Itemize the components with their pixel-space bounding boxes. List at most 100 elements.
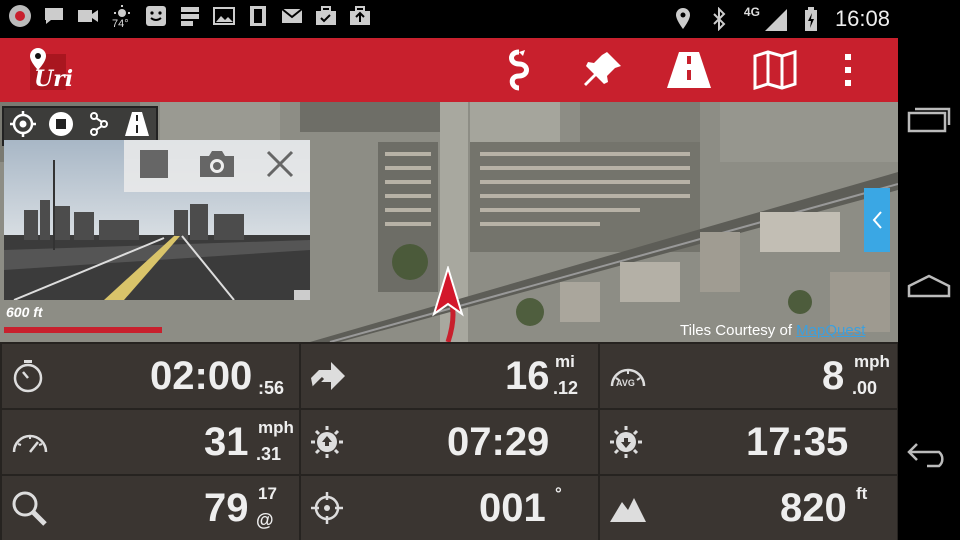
elapsed-time-seconds: :56 [258, 378, 285, 398]
close-icon [267, 150, 294, 177]
trip-dashboard: 02:00 :56 16 mi .12 AVG 8 mph .00 31 mph… [0, 342, 898, 540]
chevron-left-icon [872, 211, 882, 229]
app-bar: Uri [0, 38, 898, 102]
sunset-cell[interactable]: 17:35 [600, 410, 897, 474]
distance-cell[interactable]: 16 mi .12 [301, 344, 598, 408]
altitude-icon [610, 498, 646, 522]
position-arrow-icon [432, 266, 464, 317]
attribution-text: Tiles Courtesy of [680, 322, 797, 339]
storage-icon [178, 4, 202, 28]
briefcase-up-icon [348, 4, 372, 28]
stop-record-button[interactable] [48, 111, 74, 142]
route-button[interactable] [474, 38, 560, 102]
map-button[interactable] [732, 38, 818, 102]
road-button[interactable] [646, 38, 732, 102]
bearing-unit: ° [555, 484, 562, 503]
network-type: 4G [743, 5, 760, 19]
bearing-icon [311, 492, 343, 524]
message-icon [42, 4, 66, 28]
status-bar: 74° 4G 16:08 [0, 0, 960, 38]
speed-unit: mph [258, 418, 294, 437]
sunrise-value: 07:29 [447, 420, 550, 464]
crosshair-icon [10, 110, 36, 137]
sunset-icon [610, 426, 642, 458]
pin-button[interactable] [560, 38, 646, 102]
speedometer-icon [12, 434, 48, 453]
avg-speed-icon [610, 368, 646, 387]
location-icon [671, 7, 695, 31]
logo-text: Uri [34, 66, 74, 92]
camera-icon [199, 150, 234, 177]
weather-icon: 74° [110, 4, 134, 30]
map-attribution: Tiles Courtesy of MapQuest [680, 322, 865, 339]
video-icon [76, 4, 100, 28]
stop-icon [139, 149, 168, 178]
avg-speed-unit: mph [854, 352, 890, 371]
avg-speed-cell[interactable]: AVG 8 mph .00 [600, 344, 897, 408]
road-small-icon [125, 111, 149, 136]
stop-video-button[interactable] [139, 149, 169, 184]
sunrise-icon [311, 426, 343, 458]
avg-speed-value: 8 [822, 354, 845, 398]
close-camera-button[interactable] [265, 149, 295, 184]
satellites-value: 79 [204, 486, 249, 530]
pin-icon [584, 52, 621, 86]
satellites-at: @ [256, 510, 274, 530]
bluetooth-icon [707, 7, 731, 31]
map-scale-bar [4, 327, 162, 333]
distance-value: 16 [505, 354, 550, 398]
elapsed-time-value: 02:00 [150, 354, 253, 398]
back-button[interactable] [905, 440, 953, 473]
speed-fraction: .31 [256, 444, 282, 464]
film-icon [246, 4, 270, 28]
signal-icon: 4G [743, 5, 787, 31]
status-clock: 16:08 [834, 6, 890, 31]
speed-cell[interactable]: 31 mph .31 [2, 410, 299, 474]
briefcase-check-icon [314, 4, 338, 28]
avg-speed-fraction: .00 [852, 378, 878, 398]
weather-temp: 74° [112, 18, 129, 30]
attribution-link[interactable]: MapQuest [796, 322, 865, 339]
overflow-menu-button[interactable] [818, 38, 878, 102]
back-icon [907, 442, 944, 468]
recents-icon [907, 107, 951, 133]
smiley-icon [144, 4, 168, 28]
speed-value: 31 [204, 420, 249, 464]
altitude-cell[interactable]: 820 ft [600, 476, 897, 540]
track-icon [90, 111, 108, 136]
route-icon [509, 49, 529, 91]
image-icon [212, 4, 236, 28]
battery-icon [799, 7, 823, 31]
track-button[interactable] [86, 111, 112, 142]
record-icon [8, 4, 32, 28]
locate-button[interactable] [10, 110, 36, 142]
home-button[interactable] [907, 272, 951, 305]
elapsed-time-cell[interactable]: 02:00 :56 [2, 344, 299, 408]
map-scale-label: 600 ft [6, 304, 43, 320]
stopwatch-icon [13, 360, 43, 393]
road-icon [667, 52, 711, 88]
stop-circle-icon [49, 111, 73, 136]
road-view-button[interactable] [124, 111, 150, 142]
altitude-unit: ft [856, 484, 868, 503]
bearing-value: 001 [479, 486, 546, 530]
distance-unit: mi [555, 352, 575, 371]
distance-fraction: .12 [553, 378, 579, 398]
distance-icon [311, 362, 345, 390]
bearing-cell[interactable]: 001 ° [301, 476, 598, 540]
home-icon [907, 275, 951, 298]
map-icon [753, 50, 797, 90]
snapshot-button[interactable] [198, 149, 236, 184]
satellites-total: 17 [258, 484, 277, 503]
sunrise-cell[interactable]: 07:29 [301, 410, 598, 474]
avg-icon-label: AVG [616, 378, 635, 388]
camera-toolbar [124, 140, 310, 192]
satellite-search-icon [12, 491, 47, 526]
side-panel-tab[interactable] [864, 188, 890, 252]
gmail-icon [280, 4, 304, 28]
sunset-value: 17:35 [746, 420, 849, 464]
altitude-value: 820 [780, 486, 847, 530]
satellites-cell[interactable]: 79 17 @ [2, 476, 299, 540]
recents-button[interactable] [907, 105, 951, 138]
overflow-icon [845, 54, 851, 86]
